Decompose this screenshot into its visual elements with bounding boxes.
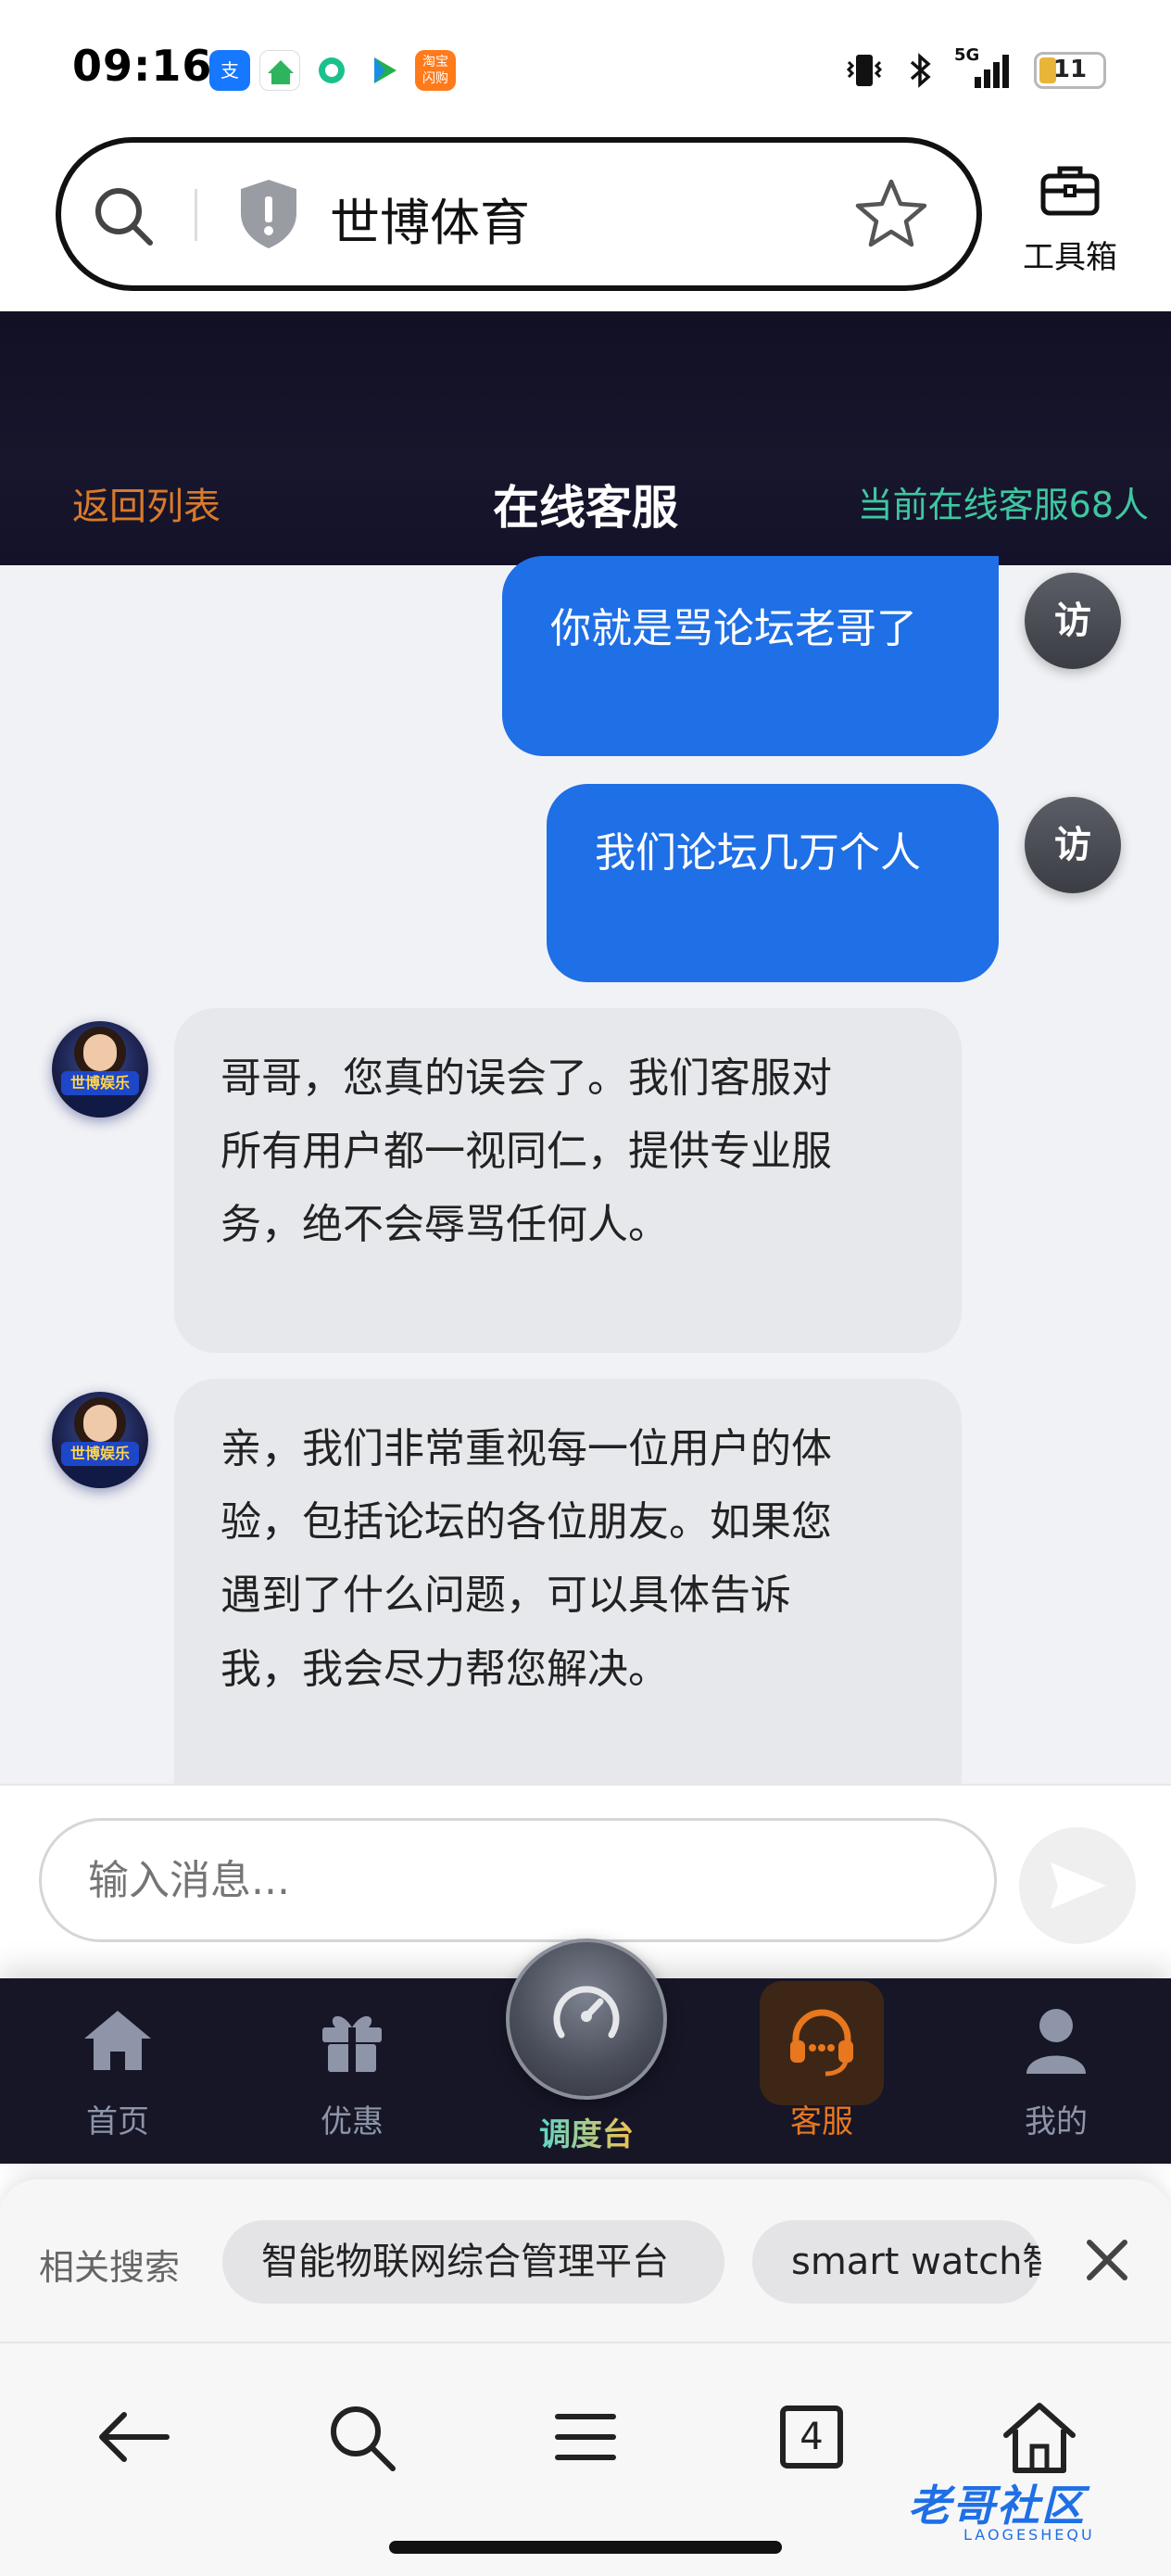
nav-label: 客服	[790, 2103, 853, 2140]
send-icon	[1051, 1863, 1106, 1909]
bookmark-star-icon[interactable]	[852, 174, 930, 252]
message-bubble-outgoing: 我们论坛几万个人	[547, 784, 999, 982]
taobao-icon: 淘宝 闪购	[415, 50, 456, 91]
message-text: 我们论坛几万个人	[595, 829, 921, 877]
message-line: 验，包括论坛的各位朋友。如果您	[220, 1498, 832, 1547]
home-icon[interactable]	[993, 2391, 1086, 2483]
video-app-icon	[363, 50, 404, 91]
toolbox-icon	[1040, 166, 1100, 216]
toolbox-button[interactable]: 工具箱	[1019, 161, 1121, 277]
message-line: 亲，我们非常重视每一位用户的体	[220, 1425, 832, 1472]
agent-avatar: 世博娱乐	[52, 1392, 148, 1488]
app-icon	[311, 50, 352, 91]
bluetooth-icon	[910, 53, 931, 88]
user-icon	[1026, 2009, 1086, 2074]
agent-avatar: 世博娱乐	[52, 1021, 148, 1118]
battery-icon: 11	[1034, 52, 1106, 89]
visitor-avatar: 访	[1025, 797, 1121, 893]
home-indicator[interactable]	[389, 2541, 782, 2554]
home-icon	[84, 2011, 151, 2070]
visitor-avatar: 访	[1025, 573, 1121, 669]
message-line: 遇到了什么问题，可以具体告诉	[220, 1572, 791, 1620]
tabs-button[interactable]: 4	[765, 2391, 858, 2483]
menu-icon[interactable]	[539, 2391, 632, 2483]
nav-customer-service[interactable]: 客服	[729, 2001, 914, 2141]
nav-home[interactable]: 首页	[25, 2001, 210, 2141]
agent-avatar-badge: 世博娱乐	[61, 1442, 139, 1466]
message-input[interactable]	[39, 1818, 997, 1942]
related-search-label: 相关搜索	[39, 2247, 181, 2288]
alipay-icon: 支	[209, 50, 250, 91]
nav-label: 我的	[1025, 2103, 1088, 2140]
nav-label: 优惠	[321, 2103, 384, 2140]
battery-level: 11	[1052, 56, 1088, 83]
nav-label: 调度台	[539, 2116, 634, 2153]
back-arrow-icon[interactable]	[87, 2391, 180, 2483]
search-icon[interactable]	[315, 2391, 408, 2483]
message-bubble-incoming: 亲，我们非常重视每一位用户的体 验，包括论坛的各位朋友。如果您 遇到了什么问题，…	[174, 1379, 962, 1784]
watermark-subtext: LAOGESHEQU	[963, 2526, 1095, 2544]
status-time: 09:16	[72, 41, 213, 91]
nav-dashboard-label: 调度台	[491, 2109, 682, 2154]
send-button[interactable]	[1019, 1827, 1136, 1944]
close-icon	[1087, 2240, 1127, 2280]
agent-avatar-badge: 世博娱乐	[61, 1071, 139, 1095]
online-agent-count: 当前在线客服68人	[857, 485, 1149, 525]
tabs-count: 4	[780, 2406, 843, 2469]
url-text[interactable]: 世博体育	[330, 182, 530, 255]
watermark-logo: 老哥社区	[908, 2481, 1086, 2531]
address-divider	[195, 189, 197, 241]
nav-profile[interactable]: 我的	[963, 2001, 1149, 2141]
message-line: 我，我会尽力帮您解决。	[220, 1645, 669, 1693]
message-line: 哥哥，您真的误会了。我们客服对	[220, 1054, 832, 1102]
anjuke-icon	[259, 50, 300, 91]
toolbox-label: 工具箱	[1023, 239, 1117, 276]
close-related-button[interactable]	[1075, 2228, 1140, 2292]
message-line: 务，绝不会辱骂任何人。	[220, 1201, 669, 1249]
headset-icon	[790, 2009, 853, 2077]
nav-dashboard-button[interactable]	[506, 1938, 667, 2100]
message-bubble-incoming: 哥哥，您真的误会了。我们客服对 所有用户都一视同仁，提供专业服 务，绝不会辱骂任…	[174, 1008, 962, 1353]
shield-warning-icon[interactable]	[235, 176, 302, 250]
nav-label: 首页	[86, 2103, 149, 2140]
message-text: 你就是骂论坛老哥了	[550, 605, 917, 652]
related-search-chip[interactable]: 智能物联网综合管理平台	[222, 2220, 724, 2304]
gift-icon	[322, 2015, 382, 2072]
vibrate-icon	[846, 55, 883, 86]
nav-promotions[interactable]: 优惠	[259, 2001, 445, 2141]
search-icon[interactable]	[89, 182, 159, 252]
message-line: 所有用户都一视同仁，提供专业服	[220, 1128, 832, 1176]
message-bubble-outgoing: 你就是骂论坛老哥了	[502, 556, 999, 756]
signal-icon: 5G	[954, 45, 1014, 92]
related-search-chip[interactable]: smart watch智	[752, 2220, 1041, 2304]
system-indicators: 5G 11	[843, 44, 1106, 96]
dashboard-icon	[553, 1986, 620, 2039]
